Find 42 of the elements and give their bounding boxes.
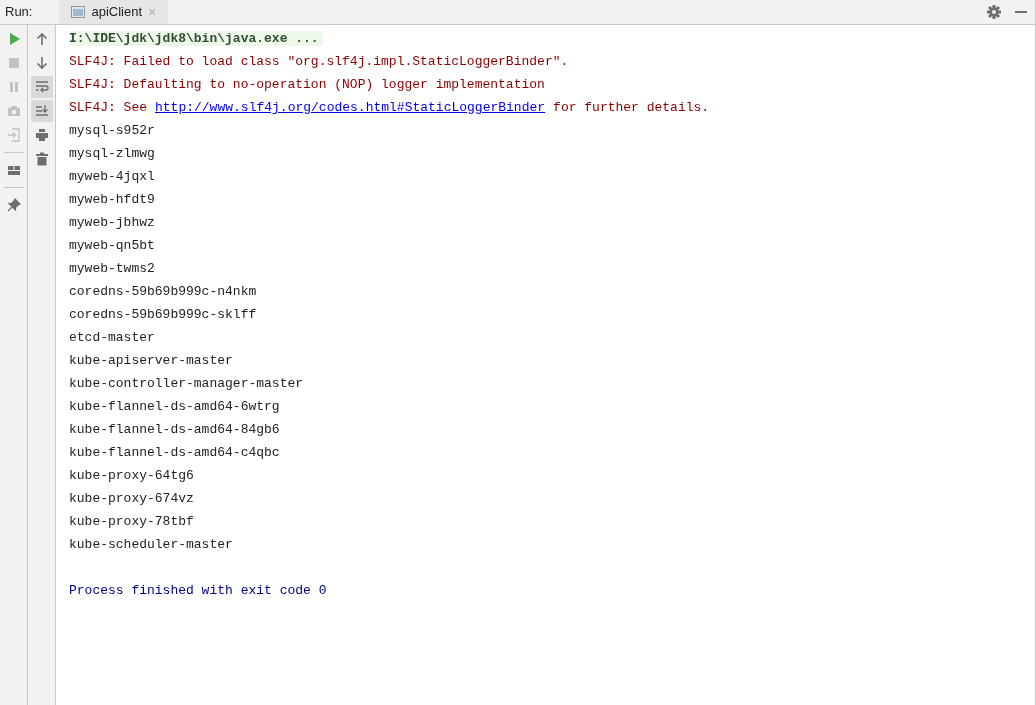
output-line: myweb-4jqxl <box>69 168 156 186</box>
exit-status-line: Process finished with exit code 0 <box>69 582 328 600</box>
scroll-to-end-icon <box>34 104 49 118</box>
output-line: kube-apiserver-master <box>69 352 234 370</box>
output-line: etcd-master <box>69 329 156 347</box>
output-line: coredns-59b69b999c-n4nkm <box>69 283 258 301</box>
scroll-to-end-button[interactable] <box>30 100 53 122</box>
output-line: myweb-qn5bt <box>69 237 156 255</box>
error-line: SLF4J: Defaulting to no-operation (NOP) logger implementation <box>69 76 546 94</box>
output-line: coredns-59b69b999c-sklff <box>69 306 258 324</box>
settings-icon[interactable] <box>987 5 1001 19</box>
run-label: Run: <box>4 3 34 22</box>
output-line: kube-proxy-64tg6 <box>69 467 195 485</box>
output-line: myweb-jbhwz <box>69 214 156 232</box>
pin-icon <box>6 198 21 212</box>
soft-wrap-button[interactable] <box>30 76 53 98</box>
arrow-down-icon <box>34 56 49 70</box>
printer-icon <box>34 128 49 142</box>
output-line: myweb-twms2 <box>69 260 156 278</box>
output-line: kube-controller-manager-master <box>69 375 305 393</box>
output-line: kube-flannel-ds-amd64-84gb6 <box>69 421 281 439</box>
link[interactable]: http://www.slf4j.org/codes.html#StaticLoggerBinder <box>155 96 546 119</box>
camera-icon <box>6 104 21 118</box>
error-line: SLF4J: Failed to load class "org.slf4j.impl.StaticLoggerBinder". <box>69 53 570 71</box>
error-line: SLF4J: See <box>69 99 147 117</box>
output-line: kube-flannel-ds-amd64-c4qbc <box>69 444 281 462</box>
stop-icon <box>6 56 21 70</box>
layout-icon <box>6 163 21 177</box>
output-line: myweb-hfdt9 <box>69 191 156 209</box>
trash-icon <box>34 152 49 166</box>
arrow-up-icon <box>34 32 49 46</box>
run-tab[interactable]: apiClient × <box>59 0 169 24</box>
output-line: kube-proxy-674vz <box>69 490 195 508</box>
window-icon <box>71 6 86 18</box>
error-line: for further details. <box>553 99 710 117</box>
output-line: kube-proxy-78tbf <box>69 513 195 531</box>
output-line: mysql-zlmwg <box>69 145 156 163</box>
output-line: mysql-s952r <box>69 122 156 140</box>
exit-icon <box>6 128 21 142</box>
soft-wrap-icon <box>34 80 49 94</box>
output-line: kube-scheduler-master <box>69 536 234 554</box>
output-line: kube-flannel-ds-amd64-6wtrg <box>69 398 281 416</box>
